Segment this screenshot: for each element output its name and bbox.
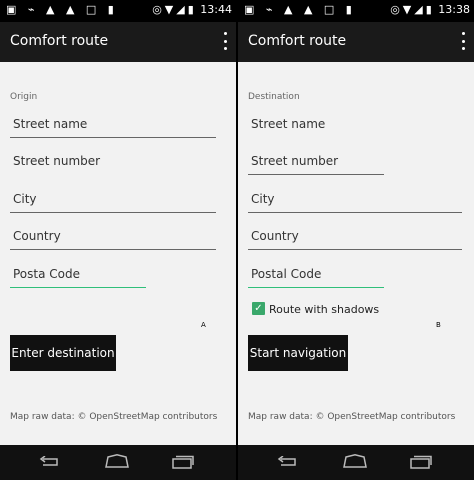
map-attribution: Map raw data: © OpenStreetMap contributo…: [10, 412, 218, 422]
status-time: 13:44: [200, 3, 232, 16]
notification-icons: ▣ ⌁ ▲ ▲ □ ▮: [6, 3, 118, 16]
field-hint: Country: [251, 229, 299, 243]
field-hint: City: [251, 192, 275, 206]
city-field[interactable]: City: [10, 188, 216, 213]
screen-destination: ▣ ⌁ ▲ ▲ □ ▮ ◎ ▼ ◢ ▮ 13:38 Comfort route Des…: [238, 0, 474, 480]
wifi-icon: ▼: [402, 3, 412, 16]
battery-icon: ▮: [425, 3, 432, 16]
back-icon[interactable]: [39, 456, 61, 468]
mute-icon: ◎: [152, 3, 162, 16]
overflow-menu-icon[interactable]: [223, 32, 227, 50]
country-field[interactable]: Country: [10, 225, 216, 250]
mute-icon: ◎: [390, 3, 400, 16]
back-icon[interactable]: [277, 456, 299, 468]
overflow-menu-icon[interactable]: [461, 32, 465, 50]
signal-icon: ◢: [414, 3, 423, 16]
recent-apps-icon[interactable]: [172, 455, 194, 469]
navigation-bar: [0, 445, 236, 480]
navigation-bar: [238, 445, 474, 480]
postal-code-field[interactable]: Posta Code: [10, 263, 146, 288]
postal-code-field[interactable]: Postal Code: [248, 263, 384, 288]
field-hint: Country: [13, 229, 61, 243]
street-name-field[interactable]: Street name: [10, 113, 216, 138]
app-bar: Comfort route: [0, 22, 236, 62]
country-field[interactable]: Country: [248, 225, 462, 250]
home-icon[interactable]: [342, 454, 368, 468]
street-number-field[interactable]: Street number: [10, 150, 216, 175]
status-bar: ▣ ⌁ ▲ ▲ □ ▮ ◎ ▼ ◢ ▮ 13:38: [238, 0, 474, 22]
figure-tag: B: [436, 321, 441, 329]
app-bar: Comfort route: [238, 22, 474, 62]
signal-icon: ◢: [176, 3, 185, 16]
screen-origin: ▣ ⌁ ▲ ▲ □ ▮ ◎ ▼ ◢ ▮ 13:44 Comfort route Ori…: [0, 0, 236, 480]
field-hint: Postal Code: [251, 267, 322, 281]
status-time: 13:38: [438, 3, 470, 16]
checkmark-icon[interactable]: ✓: [252, 302, 265, 315]
status-bar: ▣ ⌁ ▲ ▲ □ ▮ ◎ ▼ ◢ ▮ 13:44: [0, 0, 236, 22]
section-label: Destination: [248, 92, 300, 102]
figure-tag: A: [201, 321, 206, 329]
home-icon[interactable]: [104, 454, 130, 468]
field-hint: Street number: [251, 154, 339, 168]
street-number-field[interactable]: Street number: [248, 150, 384, 175]
notification-icons: ▣ ⌁ ▲ ▲ □ ▮: [244, 3, 356, 16]
field-hint: Street number: [13, 154, 101, 168]
app-title: Comfort route: [10, 33, 109, 49]
wifi-icon: ▼: [164, 3, 174, 16]
checkbox-label: Route with shadows: [269, 303, 380, 316]
enter-destination-button[interactable]: Enter destination: [10, 335, 116, 371]
map-attribution: Map raw data: © OpenStreetMap contributo…: [248, 412, 456, 422]
field-hint: Posta Code: [13, 267, 80, 281]
field-hint: City: [13, 192, 37, 206]
city-field[interactable]: City: [248, 188, 462, 213]
battery-icon: ▮: [187, 3, 194, 16]
recent-apps-icon[interactable]: [410, 455, 432, 469]
street-name-field[interactable]: Street name: [248, 113, 462, 138]
field-hint: Street name: [13, 117, 88, 131]
start-navigation-button[interactable]: Start navigation: [248, 335, 348, 371]
app-title: Comfort route: [248, 33, 347, 49]
section-label: Origin: [10, 92, 38, 102]
field-hint: Street name: [251, 117, 326, 131]
